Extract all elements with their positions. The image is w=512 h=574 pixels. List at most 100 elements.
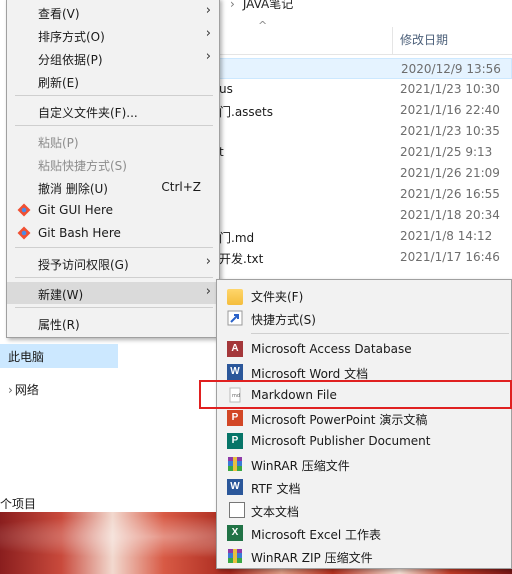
powerpoint-icon: P	[227, 410, 243, 426]
file-name: 门.assets	[219, 105, 274, 119]
menu-item-customize-folder[interactable]: 自定义文件夹(F)...	[7, 100, 219, 122]
winrar-icon	[228, 457, 242, 471]
winrar-zip-icon	[228, 549, 242, 563]
menu-item-properties[interactable]: 属性(R)	[7, 312, 219, 334]
menu-item-shortcut: Ctrl+Z	[161, 180, 201, 194]
menu-item-paste-shortcut: 粘贴快捷方式(S)	[7, 153, 219, 175]
submenu-arrow-icon: ›	[205, 26, 211, 41]
file-date: 2021/1/8 14:12	[400, 229, 493, 243]
menu-item-label: 查看(V)	[38, 7, 80, 21]
file-row[interactable]: 2021/1/23 10:35	[215, 121, 512, 142]
menu-item-label: 撤消 删除(U)	[38, 182, 108, 196]
menu-item-label: 属性(R)	[38, 318, 80, 332]
column-divider[interactable]	[392, 27, 393, 55]
new-powerpoint-item[interactable]: P Microsoft PowerPoint 演示文稿	[217, 407, 511, 429]
chevron-right-icon: ›	[230, 0, 235, 11]
menu-item-refresh[interactable]: 刷新(E)	[7, 70, 219, 92]
menu-item-label: 自定义文件夹(F)...	[38, 106, 138, 120]
menu-item-label: 排序方式(O)	[38, 30, 105, 44]
file-row[interactable]: 2021/1/26 21:09	[215, 163, 512, 184]
file-date: 2021/1/26 21:09	[400, 166, 500, 180]
menu-item-label: 文本文档	[251, 505, 300, 519]
menu-item-label: 快捷方式(S)	[251, 313, 316, 327]
file-date: 2021/1/23 10:30	[400, 82, 500, 96]
file-row[interactable]: us 2021/1/23 10:30	[215, 79, 512, 100]
new-excel-item[interactable]: X Microsoft Excel 工作表	[217, 522, 511, 544]
file-row[interactable]: 2020/12/9 13:56	[215, 58, 512, 79]
context-menu: 查看(V) › 排序方式(O) › 分组依据(P) › 刷新(E) 自定义文件夹(F)…	[6, 0, 220, 338]
rtf-icon: W	[227, 479, 243, 495]
folder-icon	[227, 289, 243, 305]
submenu-arrow-icon: ›	[205, 49, 211, 64]
file-date: 2021/1/26 16:55	[400, 187, 500, 201]
menu-item-git-bash[interactable]: Git Bash Here	[7, 222, 219, 244]
file-name: 开发.txt	[219, 252, 264, 266]
menu-item-label: RTF 文档	[251, 482, 301, 496]
submenu-arrow-icon: ›	[205, 3, 211, 18]
file-row[interactable]: 门.md 2021/1/8 14:12	[215, 226, 512, 247]
new-rtf-item[interactable]: W RTF 文档	[217, 476, 511, 498]
menu-item-sort[interactable]: 排序方式(O) ›	[7, 24, 219, 46]
git-icon	[17, 203, 31, 217]
file-name: us	[219, 82, 233, 96]
menu-item-undo-delete[interactable]: 撤消 删除(U) Ctrl+Z	[7, 176, 219, 198]
menu-separator	[15, 307, 213, 308]
new-submenu: 文件夹(F) 快捷方式(S) A Microsoft Access Databa…	[216, 279, 512, 569]
menu-separator	[15, 95, 213, 96]
menu-separator	[251, 333, 509, 334]
menu-separator	[15, 125, 213, 126]
file-date: 2021/1/25 9:13	[400, 145, 493, 159]
expand-arrow-icon[interactable]: ›	[8, 383, 13, 397]
status-item-count: 个项目	[0, 497, 37, 511]
access-icon: A	[227, 341, 243, 357]
menu-item-new[interactable]: 新建(W) ›	[7, 282, 219, 304]
new-shortcut-item[interactable]: 快捷方式(S)	[217, 307, 511, 329]
sort-up-icon[interactable]: ^	[258, 19, 267, 32]
file-row[interactable]: 开发.txt 2021/1/17 16:46	[215, 247, 512, 268]
menu-item-git-gui[interactable]: Git GUI Here	[7, 199, 219, 221]
text-document-icon	[229, 502, 245, 518]
menu-item-label: Git GUI Here	[38, 203, 114, 217]
new-winrar-zip-item[interactable]: WinRAR ZIP 压缩文件	[217, 545, 511, 567]
menu-item-group[interactable]: 分组依据(P) ›	[7, 47, 219, 69]
annotation-highlight-box	[199, 380, 512, 409]
menu-item-label: 刷新(E)	[38, 76, 79, 90]
menu-item-label: 新建(W)	[38, 288, 84, 302]
menu-item-paste: 粘贴(P)	[7, 130, 219, 152]
file-row[interactable]: 2021/1/18 20:34	[215, 205, 512, 226]
menu-item-label: 文件夹(F)	[251, 290, 304, 304]
nav-this-pc[interactable]: 此电脑	[0, 344, 118, 368]
menu-item-label: Git Bash Here	[38, 226, 121, 240]
menu-item-label: 分组依据(P)	[38, 53, 103, 67]
shortcut-icon	[227, 310, 243, 326]
submenu-arrow-icon: ›	[205, 284, 211, 299]
new-access-database-item[interactable]: A Microsoft Access Database	[217, 338, 511, 360]
new-folder-item[interactable]: 文件夹(F)	[217, 284, 511, 306]
file-date: 2021/1/23 10:35	[400, 124, 500, 138]
menu-item-label: WinRAR ZIP 压缩文件	[251, 551, 373, 565]
menu-item-label: Microsoft PowerPoint 演示文稿	[251, 413, 428, 427]
menu-item-view[interactable]: 查看(V) ›	[7, 1, 219, 23]
menu-item-label: Microsoft Excel 工作表	[251, 528, 382, 542]
menu-item-grant-access[interactable]: 授予访问权限(G) ›	[7, 252, 219, 274]
menu-separator	[15, 277, 213, 278]
menu-item-label: 授予访问权限(G)	[38, 258, 129, 272]
column-header-date-modified[interactable]: 修改日期	[400, 31, 448, 48]
word-icon: W	[227, 364, 243, 380]
new-winrar-item[interactable]: WinRAR 压缩文件	[217, 453, 511, 475]
menu-item-label: 粘贴快捷方式(S)	[38, 159, 127, 173]
breadcrumb[interactable]: › JAVA笔记	[230, 0, 293, 12]
new-text-doc-item[interactable]: 文本文档	[217, 499, 511, 521]
nav-network-label: 网络	[14, 383, 39, 397]
nav-this-pc-label: 此电脑	[8, 350, 45, 364]
breadcrumb-folder[interactable]: JAVA笔记	[243, 0, 293, 11]
file-row[interactable]: 门.assets 2021/1/16 22:40	[215, 100, 512, 121]
file-row[interactable]: t 2021/1/25 9:13	[215, 142, 512, 163]
menu-separator	[15, 247, 213, 248]
file-date: 2021/1/17 16:46	[400, 250, 500, 264]
new-publisher-item[interactable]: P Microsoft Publisher Document	[217, 430, 511, 452]
file-date: 2021/1/18 20:34	[400, 208, 500, 222]
git-icon	[17, 226, 31, 240]
nav-network[interactable]: › 网络	[8, 381, 39, 398]
file-row[interactable]: 2021/1/26 16:55	[215, 184, 512, 205]
